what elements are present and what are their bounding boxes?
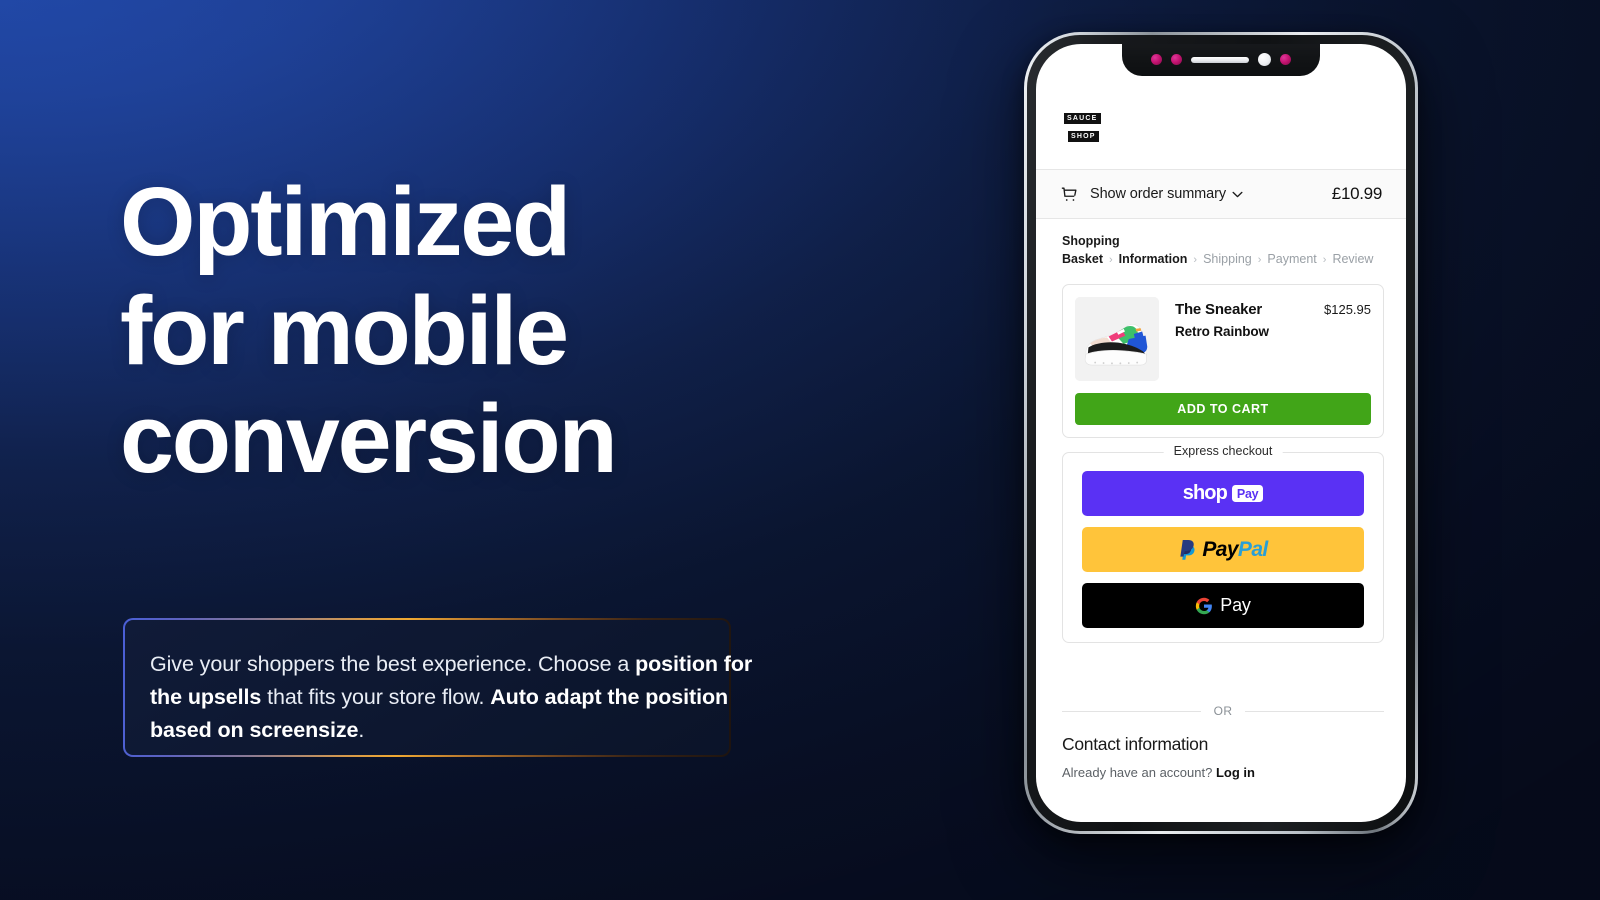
- callout-segment-4: .: [358, 718, 365, 742]
- upsell-product-card: The Sneaker Retro Rainbow $125.95 ADD TO…: [1062, 284, 1384, 438]
- google-g-icon: [1196, 597, 1213, 614]
- breadcrumb-separator: ›: [1109, 254, 1113, 266]
- breadcrumb-separator: ›: [1193, 254, 1198, 266]
- paypal-wordmark-pal: Pal: [1237, 537, 1268, 561]
- log-in-link[interactable]: Log in: [1216, 765, 1255, 780]
- sensor-dot-2: [1171, 54, 1182, 65]
- breadcrumb-separator: ›: [1322, 254, 1327, 266]
- paypal-button[interactable]: Pay Pal: [1082, 527, 1364, 572]
- shop-pay-badge: Pay: [1231, 485, 1264, 502]
- contact-information-title: Contact information: [1062, 734, 1209, 754]
- phone-bezel: SAUCE SHOP Show order summary £10.99 Sho…: [1027, 35, 1415, 831]
- product-details: The Sneaker Retro Rainbow: [1175, 297, 1324, 381]
- checkout-page: SAUCE SHOP Show order summary £10.99 Sho…: [1036, 44, 1406, 822]
- breadcrumb-item-review[interactable]: Review: [1332, 252, 1373, 266]
- product-title: The Sneaker: [1175, 301, 1263, 318]
- callout-text: Give your shoppers the best experience. …: [150, 648, 775, 747]
- hero-copy: Optimized for mobile conversion: [120, 167, 840, 494]
- or-label: OR: [1213, 704, 1233, 718]
- google-pay-wordmark: Pay: [1220, 595, 1251, 615]
- sensor-dot-3: [1280, 54, 1291, 65]
- chevron-down-icon: [1232, 191, 1243, 197]
- express-checkout-card: Express checkout shop Pay Pay Pal Pay: [1062, 444, 1384, 643]
- phone-notch: [1122, 44, 1320, 76]
- sensor-dot-1: [1151, 54, 1162, 65]
- paypal-icon: [1180, 540, 1195, 560]
- shopping-cart-icon: [1061, 186, 1077, 201]
- google-pay-button[interactable]: Pay: [1082, 583, 1364, 628]
- login-prompt-text: Already have an account?: [1062, 765, 1213, 780]
- store-logo-line1: SAUCE: [1064, 113, 1101, 124]
- speaker-slot-icon: [1191, 56, 1249, 63]
- shop-pay-wordmark: shop: [1182, 482, 1228, 504]
- shop-pay-button[interactable]: shop Pay: [1082, 471, 1364, 516]
- divider-line-right: [1245, 710, 1384, 712]
- or-divider: OR: [1062, 704, 1384, 718]
- callout-segment-0: Give your shoppers the best experience. …: [150, 652, 636, 676]
- order-summary-total: £10.99: [1331, 184, 1383, 203]
- divider-line-left: [1062, 710, 1201, 712]
- front-camera-icon: [1258, 53, 1271, 66]
- phone-screen: SAUCE SHOP Show order summary £10.99 Sho…: [1036, 44, 1406, 822]
- breadcrumb-item-information[interactable]: Information: [1119, 252, 1188, 266]
- order-summary-bar[interactable]: Show order summary £10.99: [1036, 169, 1406, 219]
- callout-inner: Give your shoppers the best experience. …: [125, 620, 752, 755]
- contact-information-section: Contact information Already have an acco…: [1062, 734, 1384, 780]
- order-summary-label: Show order summary: [1090, 186, 1226, 202]
- breadcrumb: Shopping Basket › Information › Shipping › Pay…: [1062, 232, 1384, 269]
- login-prompt: Already have an account? Log in: [1062, 765, 1384, 780]
- phone-mockup: SAUCE SHOP Show order summary £10.99 Sho…: [1024, 32, 1418, 834]
- sneaker-product-image: [1075, 297, 1159, 381]
- product-variant: Retro Rainbow: [1175, 324, 1269, 339]
- product-row: The Sneaker Retro Rainbow $125.95: [1075, 297, 1371, 381]
- store-logo-line2: SHOP: [1068, 131, 1099, 142]
- add-to-cart-button[interactable]: ADD TO CART: [1075, 393, 1371, 425]
- page-title: Optimized for mobile conversion: [120, 167, 618, 494]
- breadcrumb-item-payment[interactable]: Payment: [1267, 252, 1316, 266]
- paypal-wordmark-pay: Pay: [1202, 537, 1238, 561]
- express-checkout-legend: Express checkout: [1163, 444, 1283, 458]
- callout-segment-2: that fits your store flow.: [261, 685, 491, 709]
- callout-box: Give your shoppers the best experience. …: [123, 618, 752, 757]
- breadcrumb-item-shipping[interactable]: Shipping: [1203, 252, 1252, 266]
- store-logo[interactable]: SAUCE SHOP: [1064, 107, 1102, 142]
- breadcrumb-separator: ›: [1257, 254, 1262, 266]
- product-price: $125.95: [1324, 302, 1371, 317]
